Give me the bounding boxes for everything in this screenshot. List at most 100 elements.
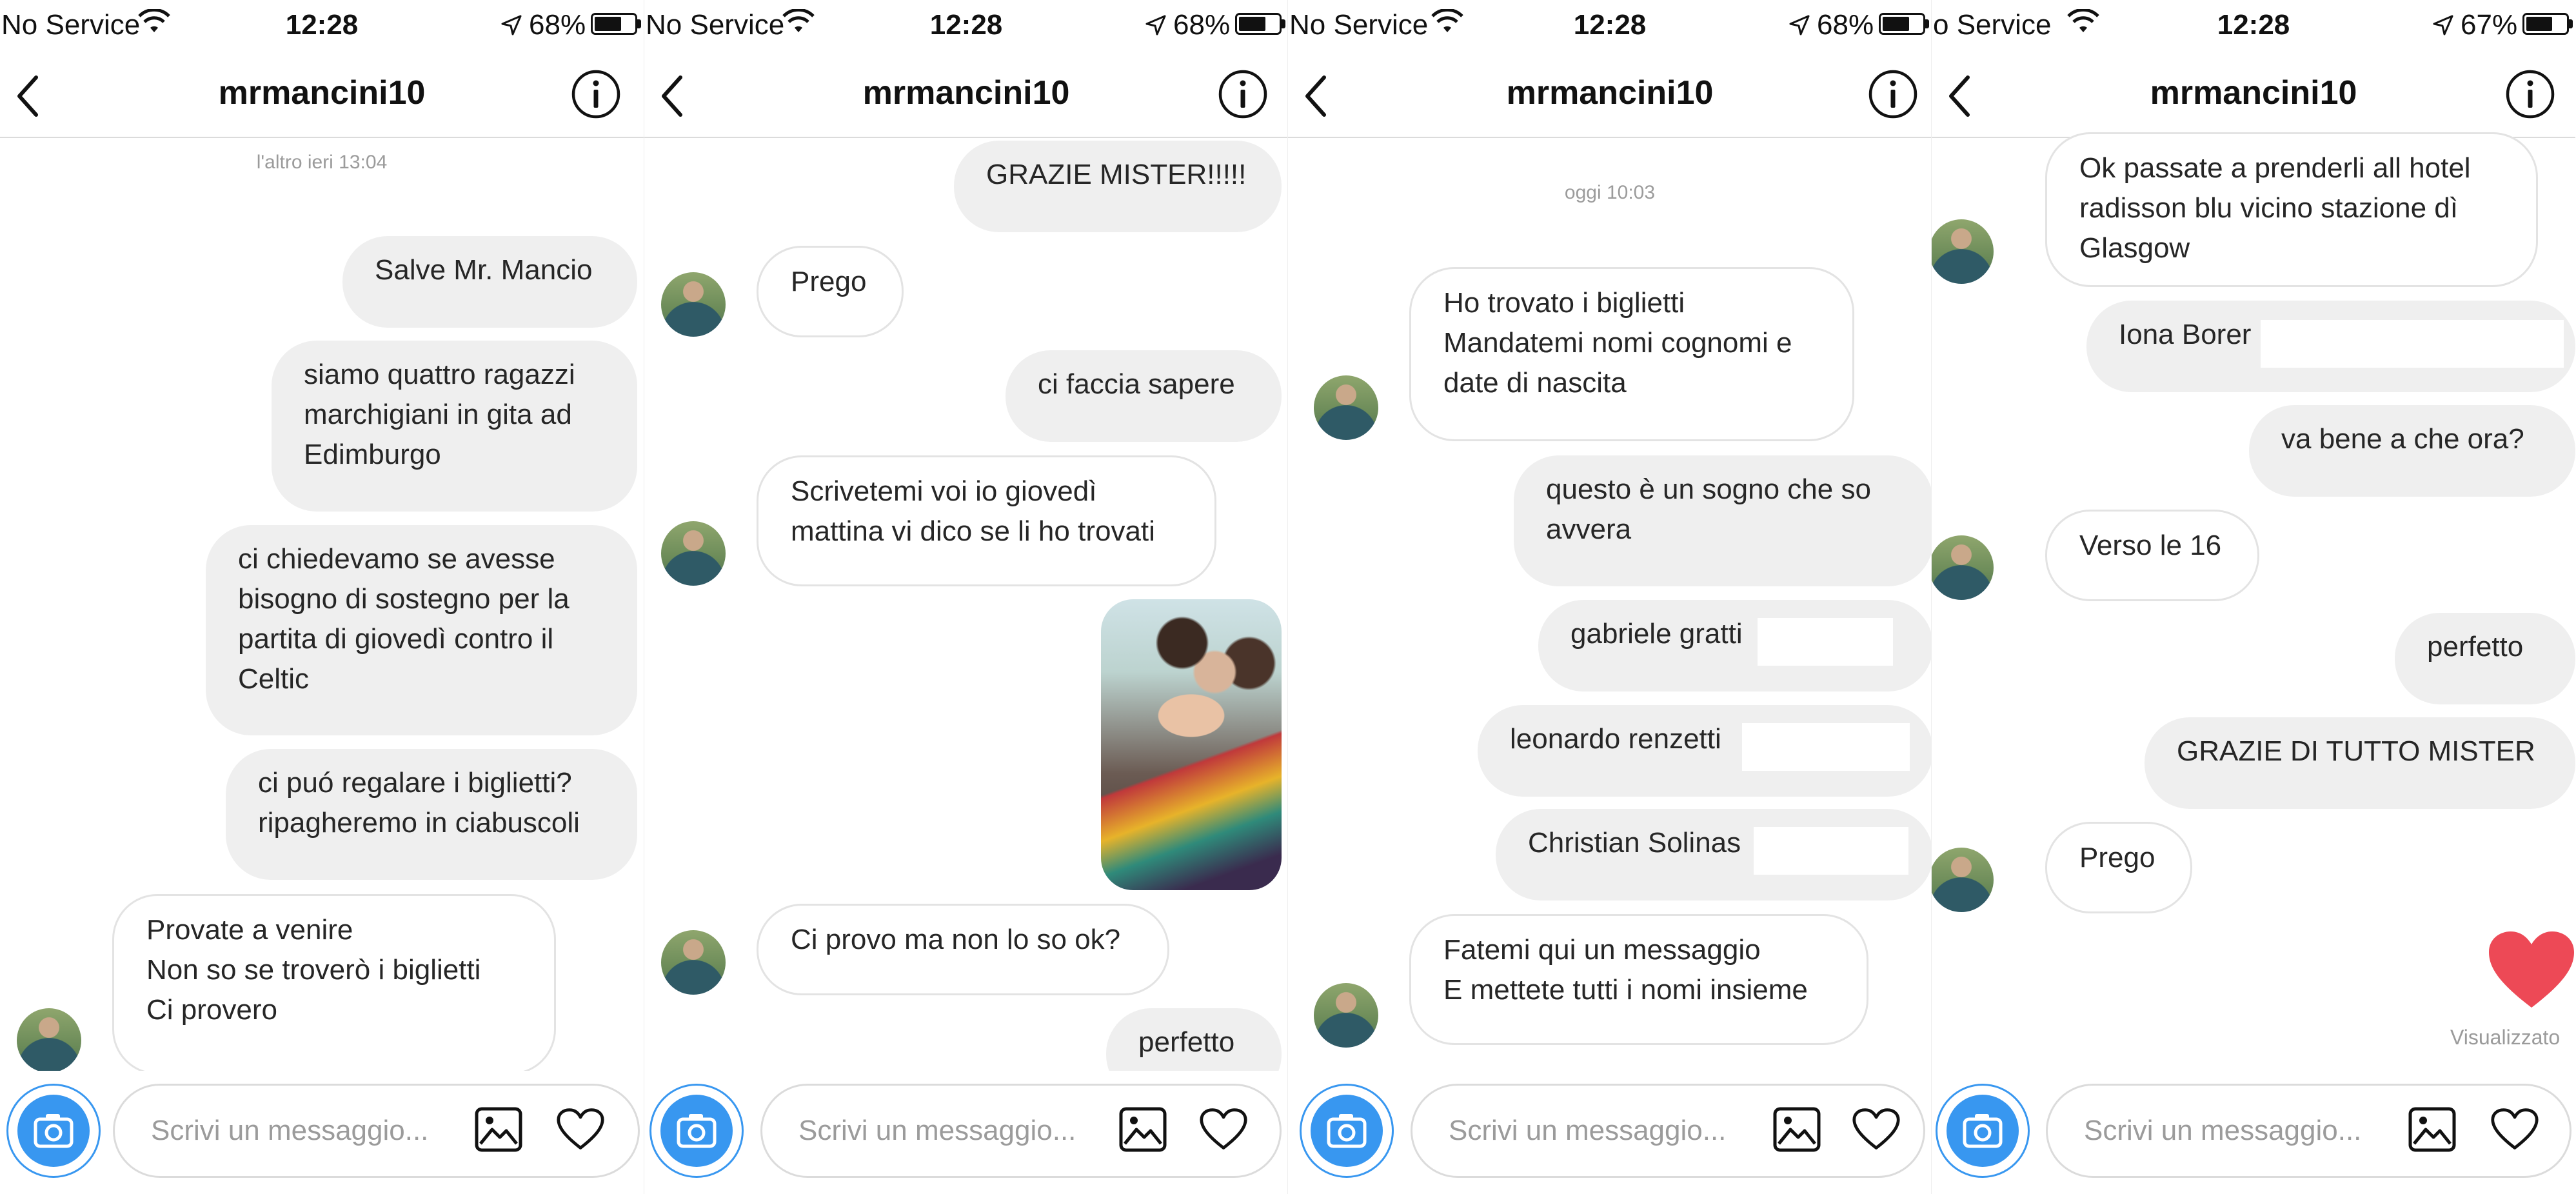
- message-text: radisson blu vicino stazione dì: [2079, 192, 2458, 224]
- sent-message-bubble: ci faccia sapere: [1006, 350, 1282, 442]
- message-text: Edimburgo: [304, 439, 441, 470]
- sent-message-bubble: siamo quattro ragazzi marchigiani in gita…: [272, 341, 637, 512]
- gallery-icon[interactable]: [2408, 1106, 2457, 1153]
- heart-icon[interactable]: [1852, 1106, 1901, 1153]
- message-text: va bene a che ora?: [2281, 423, 2524, 455]
- page-title[interactable]: mrmancini10: [644, 74, 1288, 112]
- gallery-icon[interactable]: [1118, 1106, 1167, 1153]
- heart-icon[interactable]: [1199, 1106, 1248, 1153]
- avatar[interactable]: [1314, 983, 1378, 1048]
- sent-message-bubble: GRAZIE DI TUTTO MISTER: [2145, 717, 2575, 809]
- status-bar: No Service 12:28 68%: [0, 0, 644, 52]
- avatar[interactable]: [661, 930, 726, 995]
- message-text: questo è un sogno che so: [1546, 473, 1871, 505]
- received-message-bubble: Scrivetemi voi io giovedì mattina vi dico…: [757, 455, 1216, 586]
- received-message-bubble: Ho trovato i biglietti Mandatemi nomi cog…: [1409, 267, 1854, 441]
- page-title[interactable]: mrmancini10: [0, 74, 644, 112]
- camera-icon: [660, 1095, 733, 1167]
- camera-icon: [17, 1095, 90, 1167]
- message-text: Prego: [2079, 842, 2155, 873]
- info-icon[interactable]: [570, 68, 622, 120]
- gallery-icon[interactable]: [1772, 1106, 1821, 1153]
- page-title[interactable]: mrmancini10: [1288, 74, 1932, 112]
- battery-level: [1883, 17, 1909, 31]
- message-composer: Scrivi un messaggio...: [0, 1071, 644, 1194]
- avatar[interactable]: [1932, 219, 1994, 284]
- message-text: avvera: [1546, 513, 1632, 545]
- status-bar: No Service 12:28 68%: [644, 0, 1288, 52]
- received-message-bubble: Ci provo ma non lo so ok?: [757, 904, 1169, 995]
- chat-header: mrmancini10: [644, 54, 1288, 138]
- battery-label: 68%: [529, 9, 586, 41]
- battery-icon: [1879, 13, 1925, 35]
- battery-label: 67%: [2461, 9, 2518, 41]
- redaction-block: [1742, 723, 1910, 771]
- message-text: GRAZIE DI TUTTO MISTER: [2177, 735, 2535, 767]
- message-text: E mettete tutti i nomi insieme: [1443, 974, 1808, 1006]
- camera-button-fill: [17, 1095, 90, 1167]
- info-icon[interactable]: [1217, 68, 1269, 120]
- avatar[interactable]: [1932, 535, 1994, 600]
- camera-button[interactable]: [649, 1084, 744, 1178]
- info-icon[interactable]: [1867, 68, 1919, 120]
- message-text: bisogno di sostegno per la: [238, 583, 570, 615]
- battery-tip: [2569, 19, 2573, 28]
- battery-icon: [591, 13, 637, 35]
- avatar[interactable]: [1314, 375, 1378, 440]
- page-title[interactable]: mrmancini10: [1932, 74, 2575, 112]
- sent-message-bubble: gabriele gratti: [1538, 600, 1932, 692]
- chat-header: mrmancini10: [0, 54, 644, 138]
- message-text: Mandatemi nomi cognomi e: [1443, 327, 1792, 359]
- message-text: Prego: [791, 266, 867, 297]
- heart-reaction-icon: [2486, 929, 2575, 1010]
- camera-icon: [1947, 1095, 2019, 1167]
- camera-button-fill: [1311, 1095, 1383, 1167]
- battery-level: [1239, 17, 1265, 31]
- heart-icon[interactable]: [2490, 1106, 2539, 1153]
- message-text: Ci provero: [146, 994, 277, 1026]
- location-arrow-icon: [1788, 12, 1811, 35]
- avatar[interactable]: [1932, 848, 1994, 912]
- location-arrow-icon: [2432, 12, 2455, 35]
- received-message-bubble: Ok passate a prenderli all hotel radisson…: [2045, 132, 2538, 287]
- message-text: siamo quattro ragazzi: [304, 359, 575, 390]
- message-text: Glasgow: [2079, 232, 2190, 264]
- camera-button-fill: [1947, 1095, 2019, 1167]
- avatar[interactable]: [661, 272, 726, 337]
- message-composer: Scrivi un messaggio...: [1288, 1071, 1932, 1194]
- message-text: ripagheremo in ciabuscoli: [258, 807, 580, 839]
- battery-label: 68%: [1817, 9, 1874, 41]
- chat-header: mrmancini10: [1932, 54, 2575, 138]
- battery-tip: [1925, 19, 1929, 28]
- message-text: partita di giovedì contro il: [238, 623, 554, 655]
- sent-message-bubble: Iona Borer: [2086, 301, 2575, 392]
- battery-label: 68%: [1173, 9, 1231, 41]
- chat-panel-4: o Service 12:28 67% mrmancini10 Ok passate a…: [1931, 0, 2575, 1194]
- received-message-bubble: Provate a venire Non so se troverò i bigl…: [112, 894, 556, 1075]
- camera-button-fill: [660, 1095, 733, 1167]
- seen-label: Visualizzato: [2450, 1026, 2561, 1049]
- info-icon[interactable]: [2504, 68, 2556, 120]
- gallery-icon[interactable]: [474, 1106, 523, 1153]
- message-text: Salve Mr. Mancio: [375, 254, 593, 286]
- message-timestamp: l'altro ieri 13:04: [256, 152, 388, 173]
- sent-message-bubble: va bene a che ora?: [2249, 405, 2575, 497]
- message-text: perfetto: [1138, 1026, 1235, 1058]
- battery-icon: [1235, 13, 1282, 35]
- camera-button[interactable]: [1936, 1084, 2030, 1178]
- camera-button[interactable]: [1300, 1084, 1394, 1178]
- message-timestamp: oggi 10:03: [1564, 182, 1656, 203]
- message-input[interactable]: Scrivi un messaggio...: [1411, 1084, 1925, 1178]
- received-message-bubble: Prego: [2045, 822, 2192, 913]
- message-text: Ho trovato i biglietti: [1443, 287, 1685, 319]
- photo-message[interactable]: [1101, 599, 1282, 890]
- avatar[interactable]: [17, 1008, 81, 1073]
- received-message-bubble: Fatemi qui un messaggio E mettete tutti i…: [1409, 914, 1868, 1045]
- camera-button[interactable]: [6, 1084, 101, 1178]
- message-text: Fatemi qui un messaggio: [1443, 934, 1761, 966]
- avatar[interactable]: [661, 521, 726, 586]
- heart-icon[interactable]: [556, 1106, 605, 1153]
- message-composer: Scrivi un messaggio...: [1932, 1071, 2575, 1194]
- sent-message-bubble: perfetto: [2395, 613, 2575, 704]
- message-text: perfetto: [2427, 631, 2524, 662]
